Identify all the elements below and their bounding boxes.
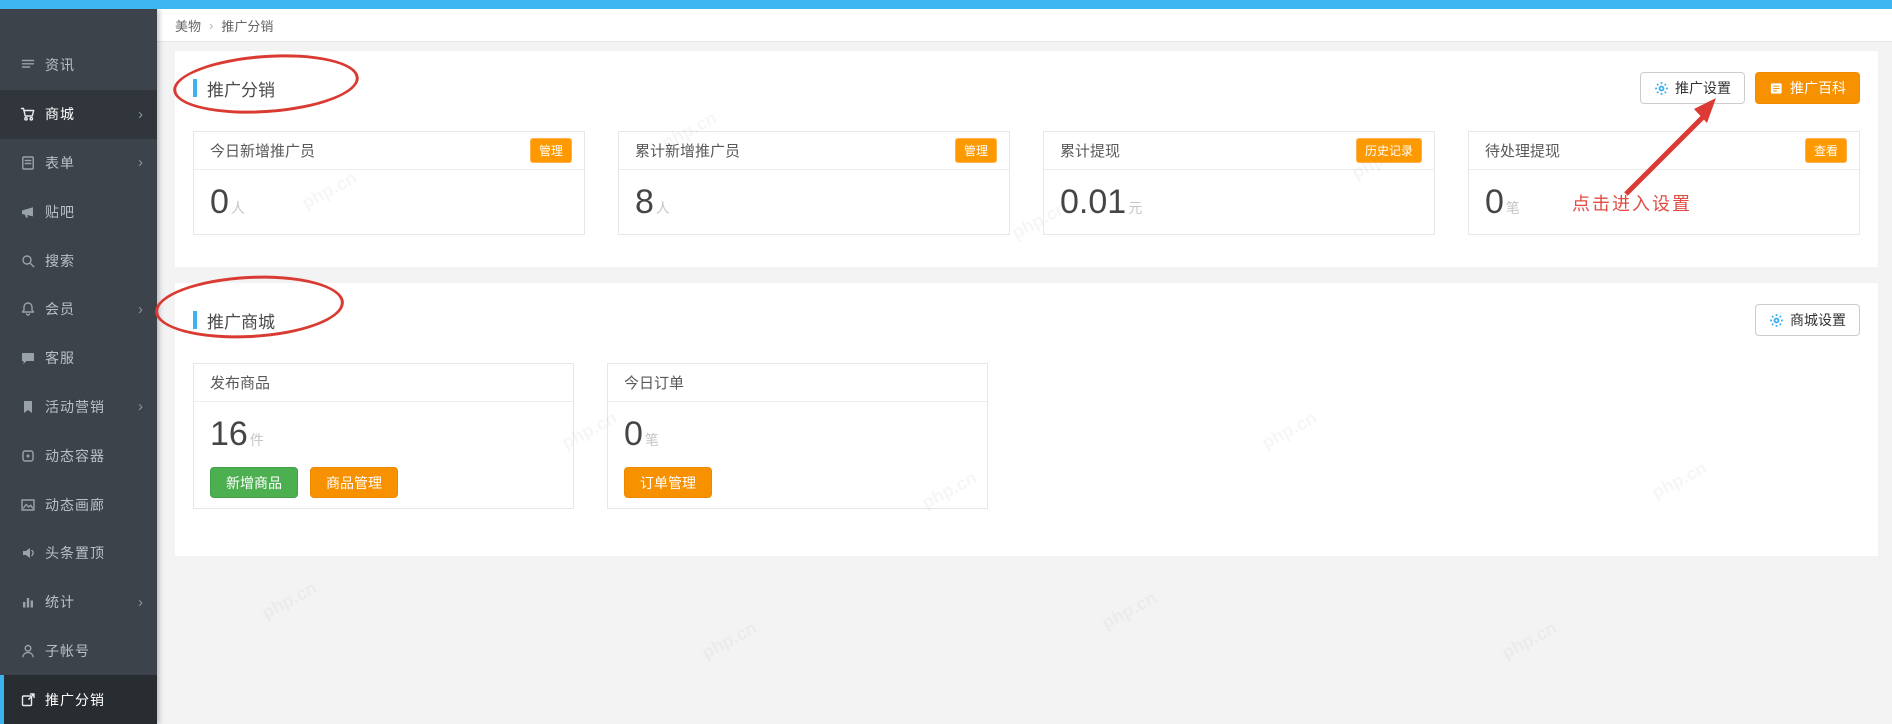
chevron-right-icon: ›	[138, 154, 143, 171]
chevron-right-icon: ›	[138, 106, 143, 123]
share-icon	[20, 692, 36, 708]
mall-section-title: 推广商城	[193, 308, 275, 333]
card-title: 待处理提现	[1485, 140, 1560, 161]
gear-icon	[1769, 313, 1784, 328]
megaphone-icon	[20, 204, 36, 220]
stat-value: 0	[624, 415, 643, 453]
card-title: 累计提现	[1060, 140, 1120, 161]
stat-unit: 笔	[1506, 200, 1520, 216]
promotion-panel: 推广分销 推广设置 推广百科 今日新增推广员 管理	[175, 51, 1878, 267]
stat-unit: 元	[1128, 200, 1142, 216]
sidebar-item-forum[interactable]: 贴吧	[0, 187, 157, 236]
gear-icon	[1654, 81, 1669, 96]
manage-product-button[interactable]: 商品管理	[310, 467, 398, 498]
promotion-wiki-button[interactable]: 推广百科	[1755, 72, 1860, 104]
sidebar-item-label: 子帐号	[45, 641, 143, 661]
bell-icon	[20, 301, 36, 317]
sidebar-item-label: 头条置顶	[45, 543, 143, 563]
stats-icon	[20, 594, 36, 610]
chevron-right-icon: ›	[138, 594, 143, 611]
gallery-icon	[20, 497, 36, 513]
stat-value: 16	[210, 415, 248, 453]
sidebar-item-dynamic-container[interactable]: 动态容器	[0, 431, 157, 480]
stat-value: 0	[210, 183, 229, 221]
breadcrumb-separator: ›	[209, 18, 213, 33]
mall-panel: 推广商城 商城设置 发布商品 16件 新增商品 商品管理	[175, 283, 1878, 556]
mall-settings-button[interactable]: 商城设置	[1755, 304, 1860, 336]
chevron-right-icon: ›	[138, 301, 143, 318]
stat-unit: 人	[231, 200, 245, 216]
sidebar-item-label: 搜索	[45, 251, 143, 271]
sidebar-item-headline-pin[interactable]: 头条置顶	[0, 529, 157, 578]
manage-badge[interactable]: 管理	[530, 138, 572, 163]
news-icon	[20, 57, 36, 73]
sidebar-item-label: 客服	[45, 348, 143, 368]
stat-card-total-withdraw: 累计提现 历史记录 0.01元	[1043, 131, 1435, 235]
breadcrumb: 美物 › 推广分销	[157, 9, 1892, 42]
user-icon	[20, 643, 36, 659]
search-icon	[20, 253, 36, 269]
sidebar-item-news[interactable]: 资讯	[0, 41, 157, 90]
history-badge[interactable]: 历史记录	[1356, 138, 1422, 163]
stat-card-pending-withdraw: 待处理提现 查看 0笔	[1468, 131, 1860, 235]
stat-value: 0	[1485, 183, 1504, 221]
view-badge[interactable]: 查看	[1805, 138, 1847, 163]
card-title: 今日订单	[624, 372, 684, 393]
sidebar-item-mall[interactable]: 商城 ›	[0, 90, 157, 139]
mall-card-products: 发布商品 16件 新增商品 商品管理	[193, 363, 574, 509]
container-icon	[20, 448, 36, 464]
stat-value: 0.01	[1060, 183, 1126, 221]
breadcrumb-current: 推广分销	[221, 16, 273, 35]
promotion-section-title: 推广分销	[193, 76, 275, 101]
promotion-settings-button[interactable]: 推广设置	[1640, 72, 1745, 104]
sidebar-item-label: 表单	[45, 153, 138, 173]
sidebar-item-forms[interactable]: 表单 ›	[0, 139, 157, 188]
sidebar-item-label: 推广分销	[45, 690, 143, 710]
card-title: 发布商品	[210, 372, 270, 393]
stat-unit: 人	[656, 200, 670, 216]
stat-card-total-promoters: 累计新增推广员 管理 8人	[618, 131, 1010, 235]
main-area: 美物 › 推广分销 推广分销 推广设置 推广百科	[157, 9, 1892, 724]
stat-value: 8	[635, 183, 654, 221]
sidebar-item-label: 会员	[45, 299, 138, 319]
stat-unit: 件	[250, 432, 264, 448]
sidebar-item-label: 统计	[45, 592, 138, 612]
manage-badge[interactable]: 管理	[955, 138, 997, 163]
cart-icon	[20, 106, 36, 122]
sidebar-item-label: 资讯	[45, 55, 143, 75]
bookmark-icon	[20, 399, 36, 415]
title-accent-bar	[193, 311, 197, 329]
stat-unit: 笔	[645, 432, 659, 448]
mall-card-orders: 今日订单 0笔 订单管理	[607, 363, 988, 509]
stat-card-today-promoters: 今日新增推广员 管理 0人	[193, 131, 585, 235]
chevron-right-icon: ›	[138, 398, 143, 415]
add-product-button[interactable]: 新增商品	[210, 467, 298, 498]
sidebar-item-label: 动态容器	[45, 446, 143, 466]
form-icon	[20, 155, 36, 171]
sidebar-item-members[interactable]: 会员 ›	[0, 285, 157, 334]
manage-order-button[interactable]: 订单管理	[624, 467, 712, 498]
sidebar-item-promotion[interactable]: 推广分销	[0, 675, 157, 724]
card-title: 今日新增推广员	[210, 140, 315, 161]
breadcrumb-home[interactable]: 美物	[175, 16, 201, 35]
sidebar-item-label: 动态画廊	[45, 495, 143, 515]
sidebar-item-subaccount[interactable]: 子帐号	[0, 627, 157, 676]
sidebar-item-dynamic-gallery[interactable]: 动态画廊	[0, 480, 157, 529]
sidebar-item-label: 商城	[45, 104, 138, 124]
annotation-text: 点击进入设置	[1572, 190, 1692, 216]
chat-icon	[20, 350, 36, 366]
speaker-icon	[20, 545, 36, 561]
title-accent-bar	[193, 79, 197, 97]
sidebar-item-marketing[interactable]: 活动营销 ›	[0, 383, 157, 432]
sidebar-item-statistics[interactable]: 统计 ›	[0, 578, 157, 627]
card-title: 累计新增推广员	[635, 140, 740, 161]
sidebar: 资讯 商城 › 表单 › 贴吧 搜索 会员 › 客服 活动营销 › 动态	[0, 9, 157, 724]
sidebar-item-search[interactable]: 搜索	[0, 236, 157, 285]
book-icon	[1769, 81, 1784, 96]
sidebar-item-label: 贴吧	[45, 202, 143, 222]
sidebar-item-label: 活动营销	[45, 397, 138, 417]
top-accent-bar	[0, 0, 1892, 9]
sidebar-item-support[interactable]: 客服	[0, 334, 157, 383]
